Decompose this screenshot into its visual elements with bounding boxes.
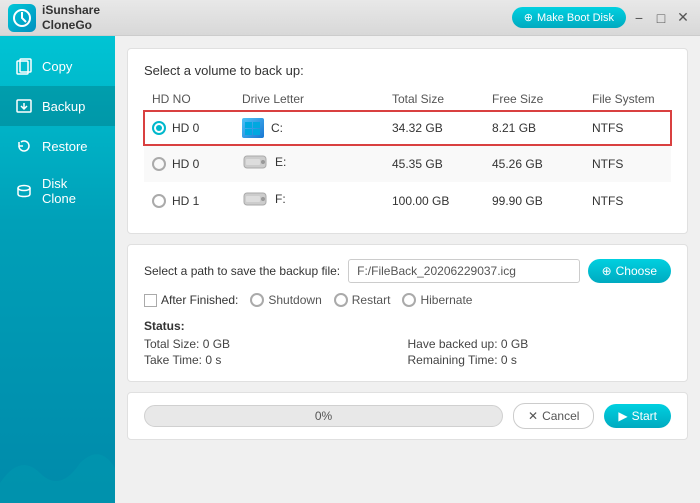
sidebar-item-label-backup: Backup <box>42 99 85 114</box>
cell-hdno: HD 1 <box>144 182 234 219</box>
minimize-button[interactable]: − <box>630 9 648 27</box>
sidebar-item-label-restore: Restore <box>42 139 88 154</box>
col-totalsize: Total Size <box>384 88 484 111</box>
status-grid: Total Size: 0 GB Have backed up: 0 GB Ta… <box>144 337 671 367</box>
cell-totalsize: 100.00 GB <box>384 182 484 219</box>
plus-icon: ⊕ <box>602 264 612 278</box>
sidebar-item-label-copy: Copy <box>42 59 72 74</box>
radio-button[interactable] <box>152 121 166 135</box>
after-finished-label: After Finished: <box>161 293 238 307</box>
app-logo <box>8 4 36 32</box>
cell-driveletter: E: <box>234 145 384 182</box>
cell-driveletter-text: F: <box>275 192 286 206</box>
checkbox-box[interactable] <box>144 294 157 307</box>
progress-bar-container: 0% <box>144 405 503 427</box>
title-bar-right: ⊕ Make Boot Disk − □ ✕ <box>512 7 692 28</box>
cell-freesize: 99.90 GB <box>484 182 584 219</box>
cell-driveletter-text: C: <box>271 121 283 135</box>
status-section: Status: Total Size: 0 GB Have backed up:… <box>144 319 671 367</box>
radio-button[interactable] <box>152 157 166 171</box>
restore-icon <box>14 136 34 156</box>
content-area: Select a volume to back up: HD NO Drive … <box>115 36 700 503</box>
cell-driveletter: C: <box>234 111 384 146</box>
cell-freesize: 45.26 GB <box>484 145 584 182</box>
sidebar-item-diskclone[interactable]: Disk Clone <box>0 166 115 216</box>
cell-hdno-text: HD 0 <box>172 157 199 171</box>
after-finished-checkbox[interactable]: After Finished: <box>144 293 238 307</box>
progress-label: 0% <box>315 409 332 423</box>
cell-filesystem: NTFS <box>584 182 671 219</box>
status-title: Status: <box>144 319 671 333</box>
have-backed-up-status: Have backed up: 0 GB <box>408 337 672 351</box>
shutdown-radio[interactable] <box>250 293 264 307</box>
main-layout: Copy Backup <box>0 36 700 503</box>
disk-icon: ⊕ <box>524 11 533 24</box>
start-button[interactable]: ▶ Start <box>604 404 671 428</box>
shutdown-label: Shutdown <box>268 293 321 307</box>
maximize-button[interactable]: □ <box>652 9 670 27</box>
table-row[interactable]: HD 0 <box>144 111 671 146</box>
cell-driveletter: F: <box>234 182 384 219</box>
windows-drive-icon <box>242 118 264 138</box>
restart-label: Restart <box>352 293 391 307</box>
sidebar-item-backup[interactable]: Backup <box>0 86 115 126</box>
backup-panel: Select a path to save the backup file: ⊕… <box>127 244 688 382</box>
options-row: After Finished: Shutdown Restart Hiberna… <box>144 293 671 307</box>
path-input[interactable] <box>348 259 579 283</box>
volume-panel: Select a volume to back up: HD NO Drive … <box>127 48 688 234</box>
sidebar-item-copy[interactable]: Copy <box>0 46 115 86</box>
diskclone-icon <box>14 181 34 201</box>
cell-totalsize: 45.35 GB <box>384 145 484 182</box>
title-bar: iSunshare CloneGo ⊕ Make Boot Disk − □ ✕ <box>0 0 700 36</box>
sidebar-item-restore[interactable]: Restore <box>0 126 115 166</box>
play-icon: ▶ <box>618 409 627 423</box>
take-time-status: Take Time: 0 s <box>144 353 408 367</box>
app-title: iSunshare CloneGo <box>42 3 100 32</box>
table-row[interactable]: HD 0 <box>144 145 671 182</box>
cell-hdno-text: HD 1 <box>172 194 199 208</box>
volume-panel-title: Select a volume to back up: <box>144 63 671 78</box>
hibernate-label: Hibernate <box>420 293 472 307</box>
table-header-row: HD NO Drive Letter Total Size Free Size … <box>144 88 671 111</box>
sidebar-item-label-diskclone: Disk Clone <box>42 176 101 206</box>
cancel-icon: ✕ <box>528 409 538 423</box>
cell-totalsize: 34.32 GB <box>384 111 484 146</box>
close-button[interactable]: ✕ <box>674 9 692 27</box>
cell-filesystem: NTFS <box>584 145 671 182</box>
cell-freesize: 8.21 GB <box>484 111 584 146</box>
app-window: iSunshare CloneGo ⊕ Make Boot Disk − □ ✕ <box>0 0 700 503</box>
cell-driveletter-text: E: <box>275 155 286 169</box>
backup-icon <box>14 96 34 116</box>
remaining-time-status: Remaining Time: 0 s <box>408 353 672 367</box>
path-row: Select a path to save the backup file: ⊕… <box>144 259 671 283</box>
col-hdno: HD NO <box>144 88 234 111</box>
title-bar-left: iSunshare CloneGo <box>8 3 100 32</box>
table-row[interactable]: HD 1 <box>144 182 671 219</box>
choose-button[interactable]: ⊕ Choose <box>588 259 671 283</box>
hdd-icon <box>242 152 270 172</box>
total-size-status: Total Size: 0 GB <box>144 337 408 351</box>
hibernate-option[interactable]: Hibernate <box>402 293 472 307</box>
restart-option[interactable]: Restart <box>334 293 391 307</box>
copy-icon <box>14 56 34 76</box>
path-label: Select a path to save the backup file: <box>144 264 340 278</box>
cell-hdno: HD 0 <box>144 145 234 182</box>
radio-button[interactable] <box>152 194 166 208</box>
volume-table: HD NO Drive Letter Total Size Free Size … <box>144 88 671 219</box>
make-boot-disk-button[interactable]: ⊕ Make Boot Disk <box>512 7 626 28</box>
sidebar: Copy Backup <box>0 36 115 503</box>
restart-radio[interactable] <box>334 293 348 307</box>
col-driveletter: Drive Letter <box>234 88 384 111</box>
cancel-button[interactable]: ✕ Cancel <box>513 403 594 429</box>
cell-hdno-text: HD 0 <box>172 121 199 135</box>
cell-filesystem: NTFS <box>584 111 671 146</box>
cell-hdno: HD 0 <box>144 111 234 146</box>
hibernate-radio[interactable] <box>402 293 416 307</box>
col-filesystem: File System <box>584 88 671 111</box>
hdd-icon <box>242 189 270 209</box>
shutdown-option[interactable]: Shutdown <box>250 293 321 307</box>
progress-panel: 0% ✕ Cancel ▶ Start <box>127 392 688 440</box>
col-freesize: Free Size <box>484 88 584 111</box>
